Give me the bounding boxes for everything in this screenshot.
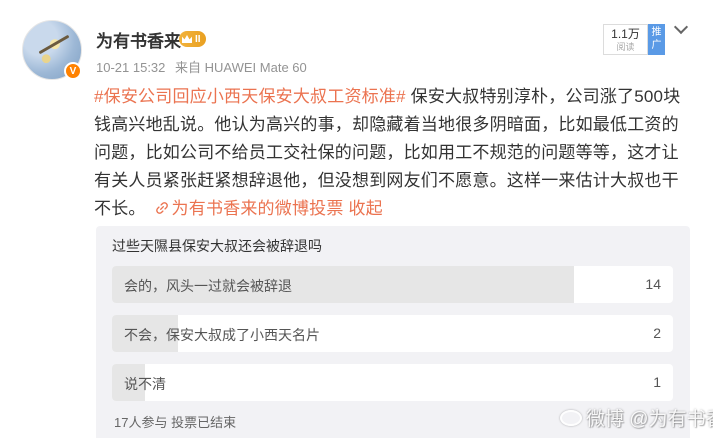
crown-icon (182, 35, 192, 43)
vote-option-1-count: 14 (645, 276, 661, 292)
vote-option-2-count: 2 (653, 325, 661, 341)
level-badge: II (179, 31, 206, 47)
read-label: 阅读 (616, 42, 635, 52)
author-name[interactable]: 为有书香来 (96, 27, 181, 52)
vote-option-1-label: 会的，风头一过就会被辞退 (124, 278, 292, 294)
vote-option-2-label: 不会，保安大叔成了小西天名片 (124, 327, 320, 343)
post-time[interactable]: 10-21 15:32 (96, 60, 165, 75)
topic-link[interactable]: #保安公司回应小西天保安大叔工资标准# (94, 87, 406, 106)
chevron-down-icon[interactable] (673, 19, 689, 35)
avatar-branch-decoration (38, 34, 70, 55)
vote-footer: 17人参与 投票已结束 (114, 415, 237, 430)
weibo-post-card: V 为有书香来 II 10-21 15:32 来自 HUAWEI Mate 60… (0, 0, 713, 438)
link-icon (155, 202, 168, 214)
vote-option-3-label: 说不清 (124, 376, 166, 392)
weibo-watermark: 微博 @为有书香来 (560, 404, 713, 431)
post-content: #保安公司回应小西天保安大叔工资标准# 保安大叔特别淳朴，公司涨了500块钱高兴… (94, 83, 694, 223)
vote-option-3[interactable]: 说不清 1 (112, 364, 673, 401)
vote-option-1[interactable]: 会的，风头一过就会被辞退 14 (112, 266, 673, 303)
vote-title: 过些天隰县保安大叔还会被辞退吗 (112, 238, 322, 254)
verified-v-icon: V (64, 62, 82, 80)
watermark-text: 微博 @为有书香来 (586, 409, 713, 430)
post-source: 来自 HUAWEI Mate 60 (175, 60, 307, 75)
read-count-badge: 1.1万 阅读 (603, 24, 648, 55)
read-count: 1.1万 (611, 27, 640, 41)
promote-button[interactable]: 推广 (648, 24, 665, 55)
collapse-button[interactable]: 收起 (348, 199, 382, 218)
vote-link[interactable]: 为有书香来的微博投票 (172, 199, 344, 218)
vote-option-3-count: 1 (653, 374, 661, 390)
level-badge-text: II (195, 33, 201, 45)
vote-option-2[interactable]: 不会，保安大叔成了小西天名片 2 (112, 315, 673, 352)
post-meta: 10-21 15:32 来自 HUAWEI Mate 60 (96, 57, 313, 76)
weibo-logo-icon (560, 409, 582, 426)
